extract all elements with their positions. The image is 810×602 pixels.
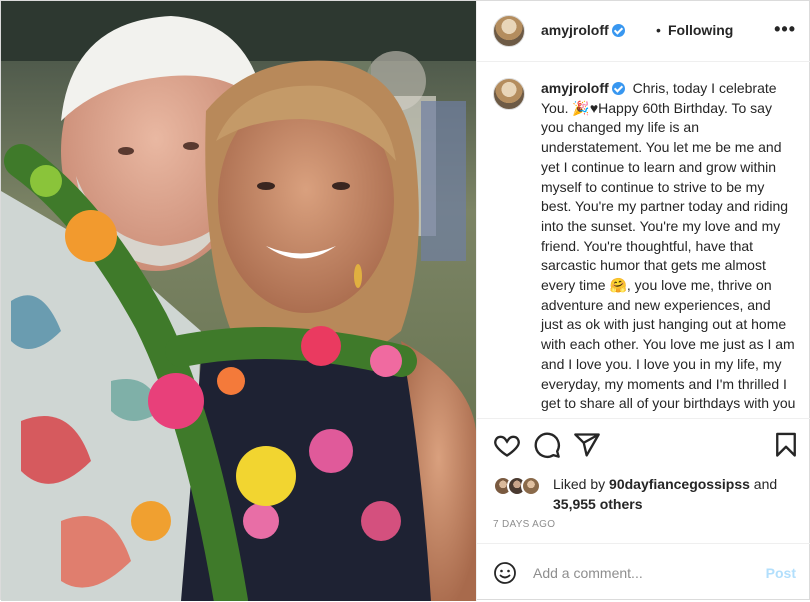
post-comment-button[interactable]: Post — [766, 565, 796, 581]
add-comment-bar: Post — [477, 543, 810, 602]
post-header: amyjroloff • Following ••• — [477, 1, 810, 62]
caption-text: Chris, today I celebrate You. 🎉♥Happy 60… — [541, 80, 796, 418]
post-side-panel: amyjroloff • Following ••• amyjroloff Ch… — [476, 1, 810, 601]
post-caption: amyjroloff Chris, today I celebrate You.… — [541, 79, 796, 418]
verified-badge-icon — [611, 24, 625, 37]
author-avatar[interactable] — [493, 15, 525, 47]
comment-input[interactable] — [533, 562, 753, 584]
following-button[interactable]: Following — [668, 22, 733, 38]
caption-avatar[interactable] — [493, 78, 525, 110]
separator-dot: • — [656, 22, 661, 38]
instagram-post: amyjroloff • Following ••• amyjroloff Ch… — [0, 0, 810, 601]
liker-username[interactable]: 90dayfiancegossipss — [609, 476, 750, 492]
post-timestamp[interactable]: 7 DAYS AGO — [493, 519, 555, 530]
post-photo[interactable] — [1, 1, 476, 601]
heart-icon[interactable] — [493, 431, 521, 459]
comment-icon[interactable] — [533, 431, 561, 459]
smiley-icon[interactable] — [493, 561, 517, 585]
comments-area[interactable]: amyjroloff Chris, today I celebrate You.… — [477, 62, 810, 419]
paper-plane-icon[interactable] — [573, 431, 601, 459]
photo-illustration — [1, 1, 476, 601]
liked-by-text: Liked by 90dayfiancegossipss and 35,955 … — [553, 476, 778, 512]
others-link[interactable]: 35,955 others — [553, 496, 643, 512]
likes-summary: Liked by 90dayfiancegossipss and 35,955 … — [493, 473, 803, 513]
verified-badge-icon — [611, 82, 625, 95]
more-options-icon[interactable]: ••• — [774, 19, 796, 40]
action-bar — [477, 419, 810, 471]
bookmark-icon[interactable] — [772, 431, 800, 459]
author-username[interactable]: amyjroloff — [541, 22, 625, 38]
caption-username[interactable]: amyjroloff — [541, 80, 625, 96]
liker-avatar[interactable] — [521, 476, 541, 496]
